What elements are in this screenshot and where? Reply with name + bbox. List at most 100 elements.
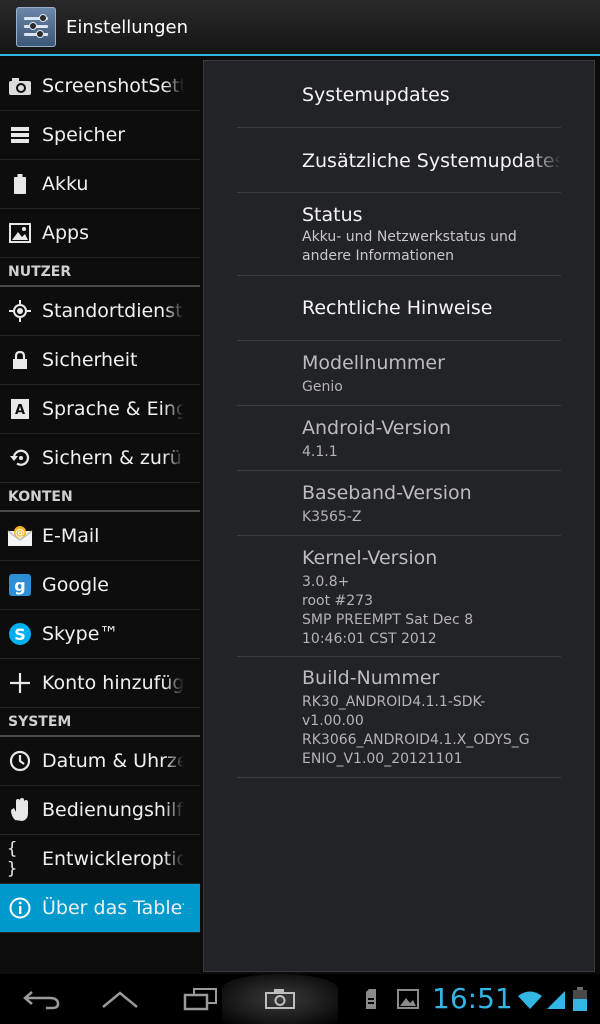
svg-text:A: A [15,403,25,418]
google-icon: g [7,572,33,598]
build-number-item[interactable]: Build-Nummer RK30_ANDROID4.1.1-SDK- v1.0… [237,657,561,778]
sidebar-item-e-mail[interactable]: @ E-Mail [0,512,200,561]
section-header-system: SYSTEM [0,708,200,737]
sidebar-item-sicherheit[interactable]: Sicherheit [0,336,200,385]
location-icon [7,298,33,324]
settings-category-list[interactable]: ScreenshotSettings Speicher Akku Apps NUTZER… [0,62,200,974]
language-icon: A [7,396,33,422]
system-bar: 16:51 [0,974,600,1024]
sidebar-item-label: E-Mail [42,525,100,547]
legal-item[interactable]: Rechtliche Hinweise [237,276,561,341]
build-number-line: v1.00.00 [302,713,364,729]
sidebar-item-sichern-zurücksetzen[interactable]: Sichern & zurücksetzen [0,434,200,483]
settings-screen: Einstellungen ScreenshotSettings Speicher… [0,0,600,1024]
action-bar: Einstellungen [0,0,600,56]
sidebar-item-skype[interactable]: S Skype™ [0,610,200,659]
status-item[interactable]: Status Akku- und Netzwerkstatus und ande… [237,193,561,276]
sidebar-item-speicher[interactable]: Speicher [0,111,200,160]
kernel-version-line: 3.0.8+ [302,574,350,590]
build-number-line: RK30_ANDROID4.1.1-SDK- [302,694,486,710]
android-version-item[interactable]: Android-Version 4.1.1 [237,406,561,471]
kernel-version-line: SMP PREEMPT Sat Dec 8 [302,612,474,628]
section-header-konten: KONTEN [0,483,200,512]
sidebar-item-label: Google [42,574,110,596]
build-number-title: Build-Nummer [302,667,440,689]
braces-icon: { } [7,839,19,879]
additional-updates-item[interactable]: Zusätzliche Systemupdates [237,128,561,193]
sidebar-item-label: Konto hinzufügen [42,672,184,694]
svg-text:@: @ [15,528,25,539]
android-version-value: 4.1.1 [302,444,338,460]
sidebar-item-sprache-eingabe[interactable]: A Sprache & Eingabe [0,385,200,434]
baseband-version-value: K3565-Z [302,509,362,525]
sidebar-item-apps[interactable]: Apps [0,209,200,258]
hand-icon [7,797,33,823]
sidebar-item-label: Über das Tablet [42,897,184,919]
sidebar-item-label: Entwickleroptionen [42,848,184,870]
wifi-icon [518,991,542,1009]
info-icon [7,895,33,921]
clock[interactable]: 16:51 [432,982,513,1015]
sidebar-item-screenshotsettings[interactable]: ScreenshotSettings [0,62,200,111]
sd-card-icon [366,989,376,1009]
screenshot-icon[interactable] [264,988,296,1010]
kernel-version-title: Kernel-Version [302,547,438,569]
settings-app-icon[interactable] [16,7,56,47]
about-tablet-panel: Systemupdates Zusätzliche Systemupdates … [203,60,595,972]
sidebar-item-label: Skype™ [42,623,119,645]
sidebar-item-akku[interactable]: Akku [0,160,200,209]
sidebar-item-über-das-tablet[interactable]: Über das Tablet [0,884,200,933]
sidebar-item-google[interactable]: g Google [0,561,200,610]
sidebar-item-label: Bedienungshilfen [42,799,184,821]
svg-text:g: g [14,576,25,595]
android-version-title: Android-Version [302,417,452,439]
model-number-item: Modellnummer Genio [237,341,561,406]
battery-icon [7,171,33,197]
home-icon[interactable] [100,989,140,1009]
recent-apps-icon[interactable] [182,987,218,1011]
sidebar-item-label: Sicherheit [42,349,138,371]
lock-icon [7,347,33,373]
app-title: Einstellungen [66,16,189,38]
sidebar-item-label: Datum & Uhrzeit [42,750,184,772]
build-number-line: RK3066_ANDROID4.1.X_ODYS_G [302,732,530,748]
svg-text:S: S [14,625,26,644]
clock-icon [7,748,33,774]
battery-status-icon [573,987,587,1011]
sidebar-item-label: Standortdienste [42,300,184,322]
sidebar-item-label: Apps [42,222,90,244]
system-updates-item[interactable]: Systemupdates [237,61,561,128]
apps-icon [7,220,33,246]
sidebar-item-label: Sprache & Eingabe [42,398,184,420]
model-number-value: Genio [302,379,343,395]
kernel-version-item: Kernel-Version 3.0.8+ root #273 SMP PREE… [237,536,561,657]
sidebar-item-label: Speicher [42,124,126,146]
baseband-version-title: Baseband-Version [302,482,472,504]
baseband-version-item: Baseband-Version K3565-Z [237,471,561,536]
camera-icon [7,73,33,99]
status-summary: Akku- und Netzwerkstatus und andere Info… [302,229,517,264]
legal-title: Rechtliche Hinweise [302,297,493,319]
kernel-version-line: root #273 [302,593,373,609]
sidebar-item-label: Akku [42,173,89,195]
sidebar-item-entwickleroptionen[interactable]: { } Entwickleroptionen [0,835,200,884]
additional-updates-title: Zusätzliche Systemupdates [302,150,561,172]
sidebar-item-standortdienste[interactable]: Standortdienste [0,287,200,336]
backup-icon [7,445,33,471]
back-icon[interactable] [22,988,62,1010]
signal-icon [547,991,565,1009]
sidebar-item-bedienungshilfen[interactable]: Bedienungshilfen [0,786,200,835]
sidebar-item-label: Sichern & zurücksetzen [42,447,184,469]
sidebar-item-konto-hinzufügen[interactable]: Konto hinzufügen [0,659,200,708]
build-number-line: ENIO_V1.00_20121101 [302,751,463,767]
gallery-icon [397,989,419,1009]
skype-icon: S [7,621,33,647]
kernel-version-line: 10:46:01 CST 2012 [302,631,437,647]
sidebar-item-datum-uhrzeit[interactable]: Datum & Uhrzeit [0,737,200,786]
sidebar-item-label: ScreenshotSettings [42,75,184,97]
add-icon [7,670,33,696]
storage-icon [7,122,33,148]
model-number-title: Modellnummer [302,352,445,374]
status-title: Status [302,204,363,226]
section-header-nutzer: NUTZER [0,258,200,287]
